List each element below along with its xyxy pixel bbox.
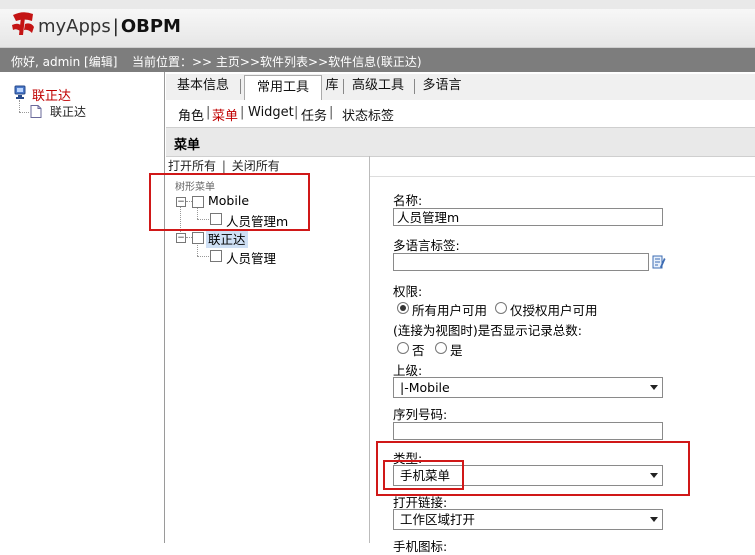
app-tree-icon xyxy=(14,85,26,99)
node-checkbox[interactable] xyxy=(210,250,222,262)
tab-separator xyxy=(343,79,344,94)
tree-connector xyxy=(19,112,29,113)
subtab-menu[interactable]: 菜单 xyxy=(212,105,238,124)
section-header: 菜单 xyxy=(166,127,755,157)
tree-node-lzd[interactable]: 联正达 xyxy=(206,229,248,248)
close-all-link[interactable]: 关闭所有 xyxy=(232,159,280,173)
i18n-label: 多语言标签: xyxy=(393,238,460,253)
count-no-label: 否 xyxy=(412,343,425,358)
perm-all-radio[interactable] xyxy=(397,302,409,314)
perm-auth-radio[interactable] xyxy=(495,302,507,314)
parent-select[interactable]: |-Mobile xyxy=(393,377,663,398)
count-no-radio[interactable] xyxy=(397,342,409,354)
tab-multilanguage[interactable]: 多语言 xyxy=(420,74,464,98)
left-tree-root[interactable]: 联正达 xyxy=(32,85,71,104)
parent-select-value: |-Mobile xyxy=(400,380,450,395)
i18n-input[interactable] xyxy=(393,253,649,271)
status-bar: 你好, admin [编辑] 当前位置：>> 主页>>软件列表>>软件信息(联正… xyxy=(0,48,755,72)
permission-label: 权限: xyxy=(393,284,423,299)
link-select[interactable]: 工作区域打开 xyxy=(393,509,663,530)
node-checkbox[interactable] xyxy=(192,232,204,244)
subtab-separator: | xyxy=(240,105,245,120)
breadcrumb: 当前位置：>> 主页>>软件列表>>软件信息(联正达) xyxy=(132,55,422,69)
brand-name: myApps | OBPM xyxy=(38,16,181,37)
left-tree-panel xyxy=(0,72,165,543)
name-input[interactable]: 人员管理m xyxy=(393,208,663,226)
subtab-widget[interactable]: Widget xyxy=(248,105,294,120)
annotation-box-tree xyxy=(149,173,310,231)
mobile-icon-label: 手机图标: xyxy=(393,539,448,554)
annotation-box-type-value xyxy=(383,460,464,490)
tab-common-tools[interactable]: 常用工具 xyxy=(244,75,322,101)
tab-advanced-tools[interactable]: 高级工具 xyxy=(348,74,408,98)
tree-connector xyxy=(197,256,209,257)
subtab-separator: | xyxy=(294,105,299,120)
order-label: 序列号码: xyxy=(393,407,448,422)
collapse-toggle-icon[interactable]: − xyxy=(176,233,186,243)
perm-all-label: 所有用户可用 xyxy=(412,303,488,318)
count-yes-radio[interactable] xyxy=(435,342,447,354)
show-count-label: (连接为视图时)是否显示记录总数: xyxy=(393,323,582,338)
control-separator: | xyxy=(221,159,226,173)
left-tree-child[interactable]: 联正达 xyxy=(50,103,86,120)
tab-separator xyxy=(240,79,241,94)
subtab-task[interactable]: 任务 xyxy=(301,105,327,124)
section-title: 菜单 xyxy=(174,138,201,153)
name-label: 名称: xyxy=(393,193,423,208)
edit-multilang-icon[interactable] xyxy=(652,254,666,270)
tree-controls: 打开所有 | 关闭所有 xyxy=(168,157,280,174)
open-all-link[interactable]: 打开所有 xyxy=(168,159,216,173)
page-icon xyxy=(30,105,42,118)
sub-tab-bar: 角色 | 菜单 | Widget | 任务 | 状态标签 xyxy=(166,100,755,125)
tab-basic-info[interactable]: 基本信息 xyxy=(170,74,236,98)
chevron-down-icon xyxy=(650,385,658,390)
tree-connector xyxy=(197,245,198,256)
perm-auth-label: 仅授权用户可用 xyxy=(510,303,598,318)
order-input[interactable] xyxy=(393,422,663,440)
user-greeting[interactable]: 你好, admin [编辑] xyxy=(11,53,117,70)
tab-separator xyxy=(414,79,415,94)
tree-node-lzd-child[interactable]: 人员管理 xyxy=(226,248,276,267)
subtab-separator: | xyxy=(329,105,334,120)
count-yes-label: 是 xyxy=(450,343,463,358)
tab-library[interactable]: 库 xyxy=(324,74,340,98)
subtab-role[interactable]: 角色 xyxy=(178,105,204,124)
main-tab-bar: 基本信息 常用工具 库 高级工具 多语言 xyxy=(166,74,755,101)
link-select-value: 工作区域打开 xyxy=(400,512,476,527)
subtab-status-label[interactable]: 状态标签 xyxy=(342,105,394,124)
chevron-down-icon xyxy=(650,517,658,522)
brand-seal-logo xyxy=(12,12,34,35)
tree-connector xyxy=(19,100,20,112)
subtab-separator: | xyxy=(206,105,211,120)
form-top-bar xyxy=(370,156,755,177)
